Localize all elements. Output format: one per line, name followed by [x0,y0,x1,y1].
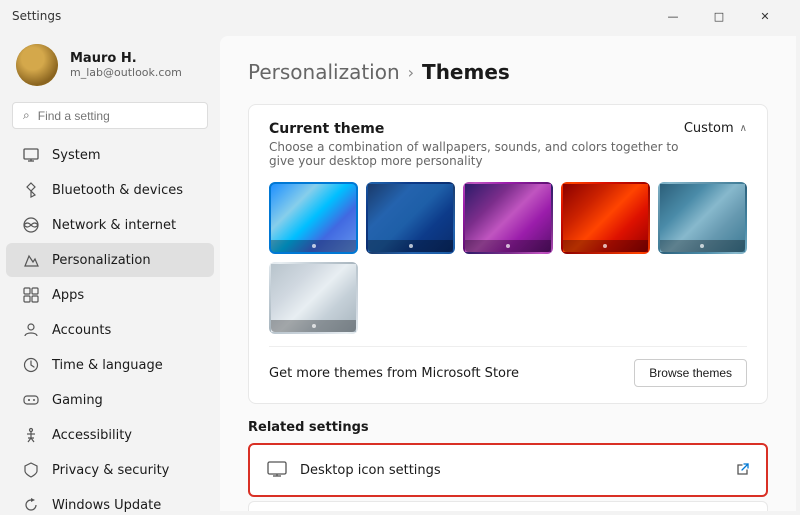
breadcrumb-parent: Personalization [248,60,400,84]
user-info: Mauro H. m_lab@outlook.com [70,51,182,79]
sidebar-item-privacy[interactable]: Privacy & security [6,453,214,487]
sidebar-item-network[interactable]: Network & internet [6,208,214,242]
user-email: m_lab@outlook.com [70,66,182,79]
browse-store-label: Get more themes from Microsoft Store [269,366,519,381]
taskbar-overlay-3 [465,240,550,252]
taskbar-overlay-5 [660,240,745,252]
sidebar-item-accounts[interactable]: Accounts [6,313,214,347]
sidebar-item-time-label: Time & language [52,358,163,373]
system-icon [22,146,40,164]
sidebar-item-privacy-label: Privacy & security [52,463,169,478]
theme-empty-slot [366,262,455,334]
theme-chevron-icon: ∧ [740,123,747,134]
bluetooth-icon [22,181,40,199]
sidebar-item-accounts-label: Accounts [52,323,111,338]
network-icon [22,216,40,234]
desktop-icon-settings-text: Desktop icon settings [300,463,736,478]
theme-selected-name: Custom [684,121,734,136]
theme-grid-row1 [269,182,747,254]
accounts-icon [22,321,40,339]
sidebar-item-bluetooth[interactable]: Bluetooth & devices [6,173,214,207]
external-link-icon [736,462,750,479]
sidebar-item-gaming-label: Gaming [52,393,103,408]
titlebar-title: Settings [12,9,61,23]
sidebar-item-bluetooth-label: Bluetooth & devices [52,183,183,198]
sidebar-item-personalization[interactable]: Personalization [6,243,214,277]
sidebar-item-accessibility[interactable]: Accessibility [6,418,214,452]
sidebar-item-system[interactable]: System [6,138,214,172]
sidebar-item-update[interactable]: Windows Update [6,488,214,515]
minimize-button[interactable]: — [650,0,696,32]
desktop-icon [266,459,288,481]
related-settings: Related settings Desktop icon settings [248,420,768,511]
sidebar: Mauro H. m_lab@outlook.com ⌕ System [0,32,220,515]
sidebar-item-system-label: System [52,148,100,163]
breadcrumb-current: Themes [422,60,510,84]
sidebar-item-gaming[interactable]: Gaming [6,383,214,417]
search-icon: ⌕ [23,108,30,123]
theme-title-group: Current theme Choose a combination of wa… [269,121,684,168]
theme-thumbnail-6[interactable] [269,262,358,334]
sidebar-item-time[interactable]: Time & language [6,348,214,382]
theme-current-selector[interactable]: Custom ∧ [684,121,747,136]
time-icon [22,356,40,374]
sidebar-item-apps[interactable]: Apps [6,278,214,312]
desktop-icon-settings-item[interactable]: Desktop icon settings [248,443,768,497]
related-settings-heading: Related settings [248,420,768,435]
theme-empty-slot-3 [561,262,650,334]
taskbar-overlay-1 [271,240,356,252]
titlebar-controls: — □ ✕ [650,0,788,32]
theme-thumbnail-2[interactable] [366,182,455,254]
theme-grid-row2 [269,262,747,334]
sidebar-item-apps-label: Apps [52,288,84,303]
theme-thumbnail-1[interactable] [269,182,358,254]
contrast-themes-item[interactable]: Contrast themes Color themes for low vis… [248,501,768,511]
main-content: Personalization › Themes Current theme C… [220,36,796,511]
theme-thumbnail-4[interactable] [561,182,650,254]
current-theme-section: Current theme Choose a combination of wa… [248,104,768,404]
sidebar-item-accessibility-label: Accessibility [52,428,132,443]
browse-themes-row: Get more themes from Microsoft Store Bro… [269,346,747,387]
browse-themes-button[interactable]: Browse themes [634,359,747,387]
theme-title: Current theme [269,121,684,137]
taskbar-overlay-6 [271,320,356,332]
theme-header: Current theme Choose a combination of wa… [269,121,747,168]
search-input[interactable] [38,109,197,123]
user-profile[interactable]: Mauro H. m_lab@outlook.com [0,32,220,102]
theme-thumbnail-3[interactable] [463,182,552,254]
apps-icon [22,286,40,304]
sidebar-item-network-label: Network & internet [52,218,176,233]
app-container: Mauro H. m_lab@outlook.com ⌕ System [0,32,800,515]
titlebar: Settings — □ ✕ [0,0,800,32]
accessibility-icon [22,426,40,444]
taskbar-overlay-2 [368,240,453,252]
personalization-icon [22,251,40,269]
avatar [16,44,58,86]
sidebar-item-personalization-label: Personalization [52,253,151,268]
sidebar-item-update-label: Windows Update [52,498,161,513]
theme-subtitle: Choose a combination of wallpapers, soun… [269,140,684,168]
theme-empty-slot-4 [658,262,747,334]
user-name: Mauro H. [70,51,182,66]
close-button[interactable]: ✕ [742,0,788,32]
theme-empty-slot-2 [463,262,552,334]
taskbar-overlay-4 [563,240,648,252]
update-icon [22,496,40,514]
theme-thumbnail-5[interactable] [658,182,747,254]
breadcrumb-arrow: › [408,63,414,82]
search-box[interactable]: ⌕ [12,102,208,129]
breadcrumb: Personalization › Themes [248,60,768,84]
privacy-icon [22,461,40,479]
desktop-icon-settings-title: Desktop icon settings [300,463,736,478]
maximize-button[interactable]: □ [696,0,742,32]
gaming-icon [22,391,40,409]
sidebar-nav: System Bluetooth & devices [0,137,220,515]
avatar-image [16,44,58,86]
